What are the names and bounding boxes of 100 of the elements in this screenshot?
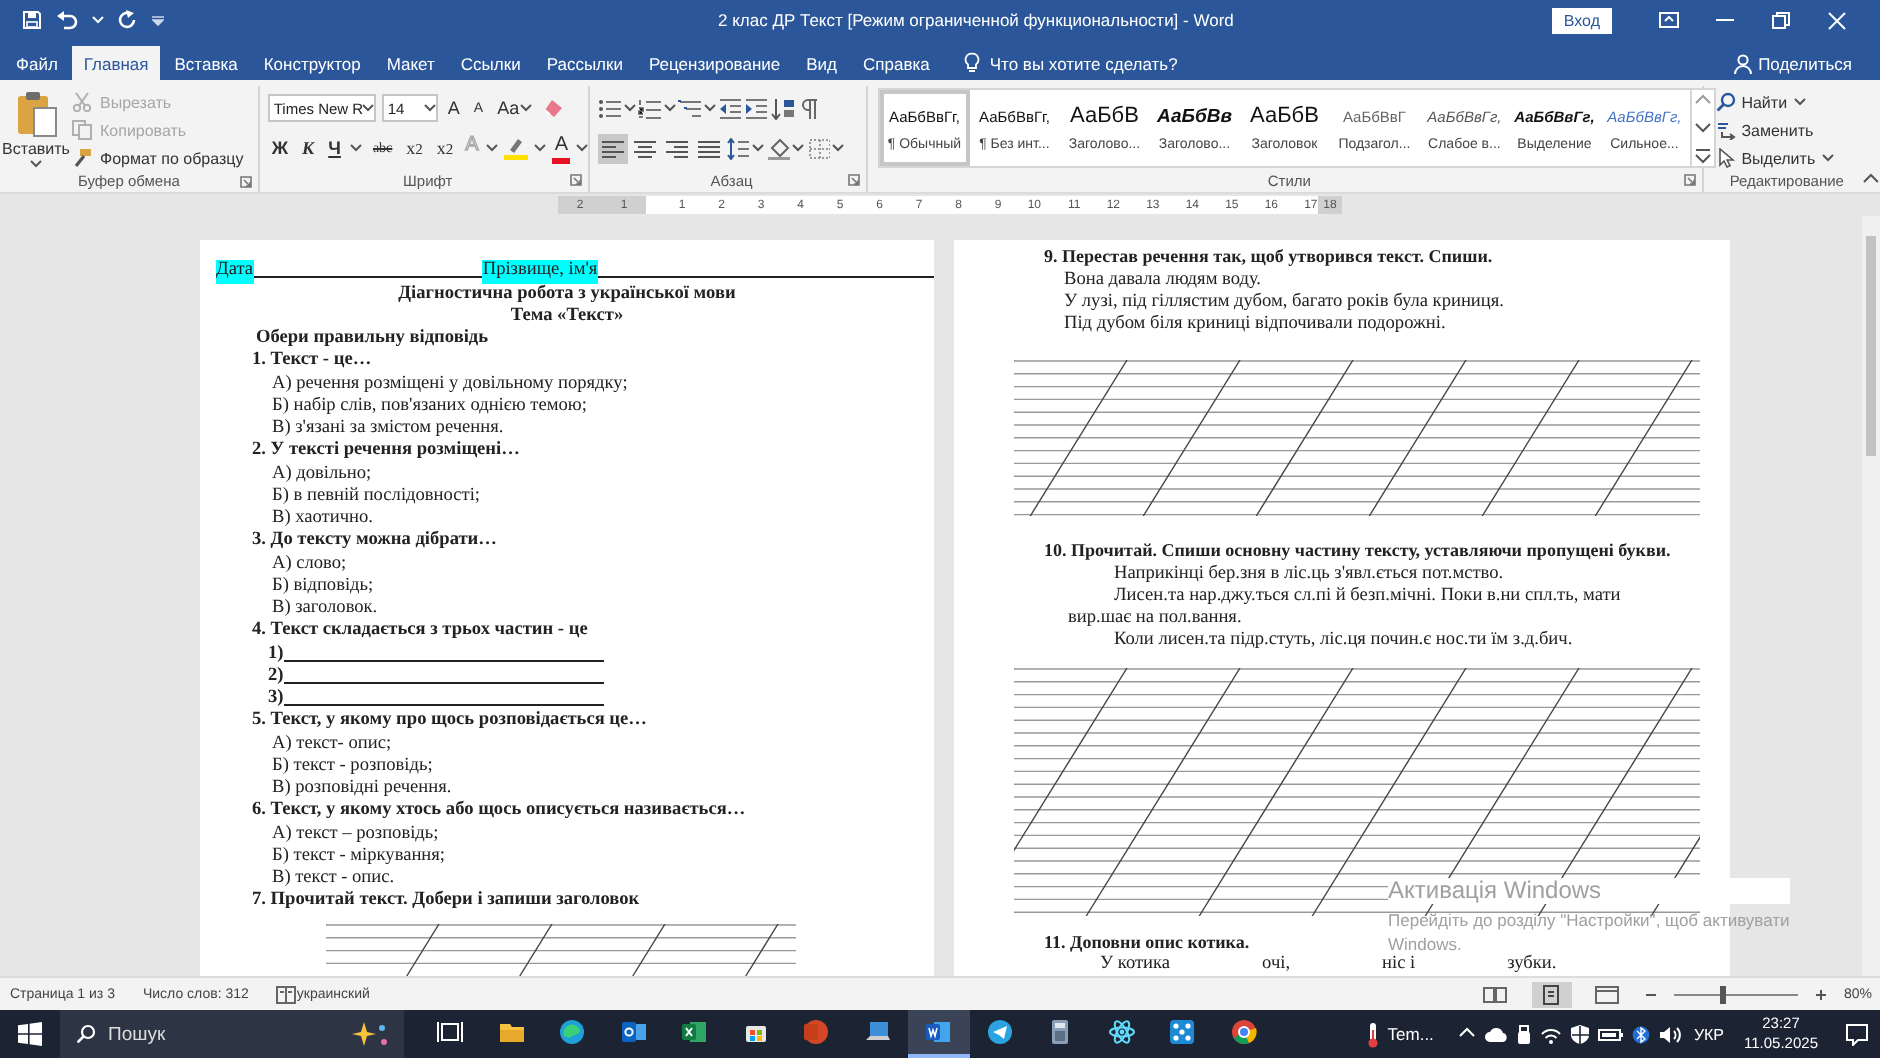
caret-icon: [663, 104, 676, 112]
ribbon-tab[interactable]: Вид: [794, 46, 850, 80]
proofing-icon[interactable]: [276, 985, 297, 1003]
chrome-icon[interactable]: [1229, 1018, 1258, 1046]
battery-icon[interactable]: [1597, 1023, 1624, 1045]
bullets-icon[interactable]: [597, 97, 622, 119]
grow-font-button[interactable]: A: [443, 94, 464, 122]
folder-icon[interactable]: [497, 1018, 526, 1046]
paper-plane-icon[interactable]: [985, 1018, 1014, 1046]
caret-icon: [534, 144, 547, 152]
ribbon-tab[interactable]: Макет: [374, 46, 447, 80]
laptop-icon[interactable]: [863, 1018, 892, 1046]
ribbon-tab[interactable]: Справка: [851, 46, 942, 80]
numbering-icon[interactable]: [637, 97, 662, 119]
multilevel-list-icon[interactable]: [677, 97, 702, 119]
format-button[interactable]: К: [298, 134, 319, 162]
close-icon[interactable]: [1825, 9, 1847, 31]
answer-option: А) слово;: [272, 553, 347, 576]
web-layout-icon[interactable]: [1594, 983, 1621, 1005]
ribbon-tab[interactable]: Главная: [71, 46, 161, 80]
slider-thumb[interactable]: [1720, 985, 1727, 1003]
clear-formatting-icon[interactable]: [541, 97, 564, 119]
undo-icon[interactable]: [56, 10, 78, 30]
volume-icon[interactable]: [1657, 1023, 1682, 1045]
shading-icon[interactable]: [765, 137, 790, 159]
clipboard-button[interactable]: Формат по образцу: [72, 146, 244, 170]
ribbon-tab[interactable]: Вставка: [162, 46, 250, 80]
wifi-icon[interactable]: [1539, 1023, 1562, 1045]
search-field[interactable]: Пошук: [60, 1010, 404, 1058]
ribbon-tab[interactable]: Файл: [4, 46, 70, 80]
dialog-launcher-icon[interactable]: [1683, 174, 1696, 186]
caret-icon: [576, 144, 589, 152]
field-label: Прізвище, ім'я: [482, 260, 598, 284]
dialog-launcher-icon[interactable]: [239, 175, 252, 187]
ribbon-tab[interactable]: Ссылки: [448, 46, 533, 80]
share-button[interactable]: Поделиться: [1734, 46, 1852, 80]
dice-icon[interactable]: [1168, 1018, 1197, 1046]
task-view-icon[interactable]: [436, 1018, 465, 1046]
ribbon-tab[interactable]: Рецензирование: [636, 46, 793, 80]
replace-icon: [1715, 120, 1736, 140]
read-mode-icon[interactable]: [1482, 983, 1509, 1005]
scrollbar-thumb[interactable]: [1866, 236, 1876, 456]
sort-icon[interactable]: [769, 97, 794, 119]
bluetooth-icon[interactable]: [1631, 1023, 1650, 1045]
atom-icon[interactable]: [1107, 1018, 1136, 1046]
editing-button[interactable]: Найти: [1715, 90, 1834, 114]
activation-text: Перейдіть до розділу "Настройки", щоб активувати: [1388, 908, 1790, 932]
windows-logo-icon[interactable]: [18, 1022, 42, 1046]
caret-icon: [30, 160, 42, 168]
notifications-icon[interactable]: [1846, 1023, 1868, 1045]
caret-icon: [519, 104, 532, 112]
browser-icon[interactable]: [558, 1018, 587, 1046]
collapse-ribbon-icon[interactable]: [1862, 172, 1880, 184]
question-text: 1. Текст - це…: [252, 350, 372, 374]
ribbon-tab[interactable]: Рассылки: [534, 46, 635, 80]
change-case-button[interactable]: Aa: [493, 94, 536, 122]
lightbulb-icon[interactable]: [963, 52, 980, 74]
ribbon-options-icon[interactable]: [1657, 9, 1679, 31]
document-app-icon[interactable]: [924, 1018, 953, 1046]
zoom-in-icon[interactable]: [1813, 987, 1828, 1001]
font-color-button[interactable]: A: [552, 133, 571, 163]
dialog-launcher-icon[interactable]: [847, 174, 860, 186]
save-icon[interactable]: [22, 10, 42, 30]
editing-button[interactable]: Заменить: [1715, 118, 1834, 142]
list-number: 2): [268, 665, 284, 689]
sign-in-button[interactable]: Вход: [1551, 7, 1612, 33]
scroll-down-icon[interactable]: [1693, 120, 1712, 134]
usb-drive-icon[interactable]: [1515, 1023, 1532, 1045]
dialog-launcher-icon[interactable]: [569, 174, 582, 186]
highlighter-icon[interactable]: [504, 136, 529, 160]
restore-icon[interactable]: [1769, 9, 1791, 31]
mail-app-icon[interactable]: [619, 1018, 648, 1046]
borders-icon[interactable]: [805, 137, 830, 159]
editing-button[interactable]: Выделить: [1715, 146, 1834, 170]
brush-icon: [72, 148, 92, 168]
line-spacing-icon[interactable]: [725, 137, 750, 159]
input-language[interactable]: УКР: [1693, 1025, 1725, 1043]
align-left-button[interactable]: [597, 133, 628, 163]
scroll-up-icon[interactable]: [1693, 92, 1712, 106]
customize-icon[interactable]: [152, 15, 164, 25]
format-button[interactable]: Ч: [324, 134, 345, 162]
paragraph-text: Наприкінці бер.зня в ліс.ць з'явл.ється пот.мство.: [1114, 563, 1504, 586]
cloud-icon[interactable]: [1483, 1023, 1508, 1045]
redo-icon[interactable]: [118, 10, 138, 30]
print-layout-icon[interactable]: [1538, 983, 1565, 1005]
answer-option: А) речення розміщені у довільному порядку;: [272, 373, 628, 396]
caret-icon: [350, 144, 363, 152]
more-styles-icon[interactable]: [1693, 148, 1712, 164]
format-button[interactable]: Ж: [267, 134, 293, 162]
spreadsheet-app-icon[interactable]: [680, 1018, 709, 1046]
caret-icon: [623, 104, 636, 112]
presentation-app-icon[interactable]: [802, 1018, 831, 1046]
ribbon-tab[interactable]: Конструктор: [251, 46, 373, 80]
search-icon: [76, 1024, 96, 1044]
paste-button[interactable]: Вставить: [0, 86, 72, 170]
tell-me-field[interactable]: Что вы хотите сделать?: [989, 53, 1178, 73]
shield-icon[interactable]: [1569, 1023, 1590, 1045]
increase-indent-icon[interactable]: [743, 97, 768, 119]
decrease-indent-icon[interactable]: [717, 97, 742, 119]
weather-widget[interactable]: Tem...: [1365, 1010, 1434, 1058]
